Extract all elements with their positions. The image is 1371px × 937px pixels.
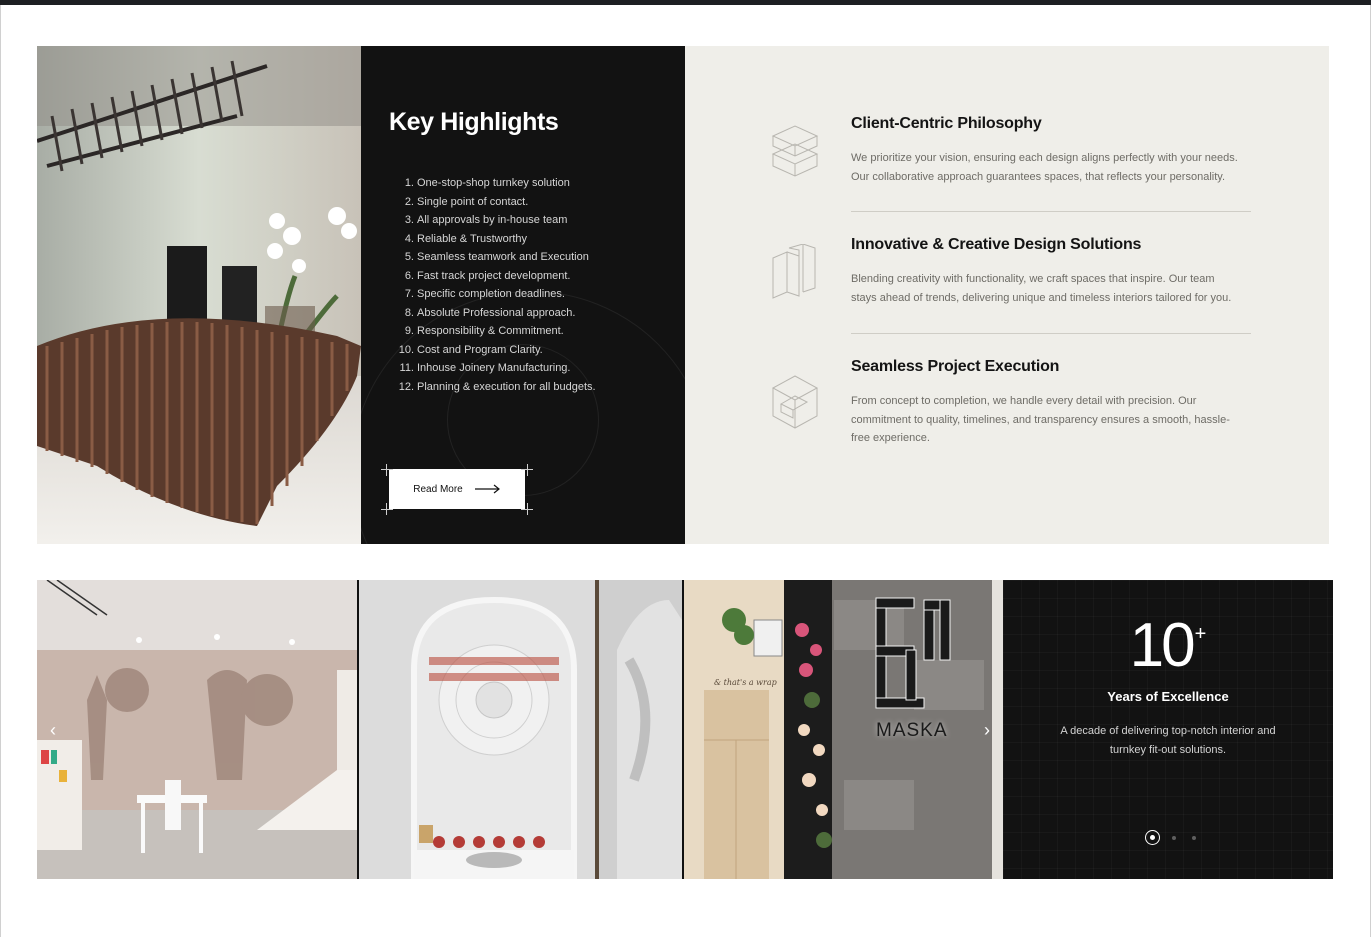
pagination-dot[interactable] (1192, 835, 1196, 840)
stat-label: Years of Excellence (1107, 689, 1229, 704)
gallery-image-mandir[interactable] (359, 580, 682, 879)
highlight-text: Seamless teamwork and Execution (417, 251, 589, 263)
highlight-text: Planning & execution for all budgets. (417, 380, 596, 393)
feature-client-centric: Client-Centric Philosophy We prioritize … (851, 115, 1251, 186)
highlight-number: 4. (404, 232, 414, 245)
button-corner-mark (521, 469, 533, 470)
feature-description: From concept to completion, we handle ev… (851, 395, 1230, 444)
highlight-number: 10. (398, 343, 414, 356)
highlight-number: 8. (404, 306, 414, 319)
highlight-item: 1. One-stop-shop turnkey solution (395, 174, 596, 193)
highlight-text: Specific completion deadlines. (417, 288, 565, 300)
feature-title: Client-Centric Philosophy (851, 115, 1042, 132)
feature-description: Blending creativity with functionality, … (851, 273, 1232, 304)
highlight-item: 11. Inhouse Joinery Manufacturing. (395, 359, 596, 378)
feature-project-execution: Seamless Project Execution From concept … (851, 358, 1251, 448)
highlight-number: 7. (404, 288, 414, 300)
panels-icon (772, 244, 816, 299)
divider (851, 333, 1251, 334)
gallery-image-maska-storefront[interactable]: & that's a wrap MASKA (684, 580, 1003, 879)
project-gallery-carousel: & that's a wrap MASKA ‹ › (37, 580, 1003, 879)
divider (851, 211, 1251, 212)
highlight-item: 6. Fast track project development. (395, 267, 596, 286)
button-corner-mark (381, 509, 393, 510)
highlight-number: 5. (404, 251, 414, 263)
button-corner-mark (381, 469, 393, 470)
highlight-number: 11. (399, 362, 414, 374)
chevron-right-icon[interactable]: › (977, 718, 997, 742)
highlight-number: 3. (404, 214, 414, 226)
highlight-number: 1. (404, 177, 414, 189)
highlight-item: 9. Responsibility & Commitment. (395, 322, 596, 341)
stat-number: 10 + (1129, 611, 1207, 680)
page-border-left (0, 5, 1, 937)
feature-innovative-design: Innovative & Creative Design Solutions B… (851, 236, 1251, 307)
gallery-image-kids-room[interactable] (37, 580, 357, 879)
feature-title: Innovative & Creative Design Solutions (851, 236, 1142, 253)
wall-script-text: & that's a wrap (714, 678, 777, 687)
highlight-text: One-stop-shop turnkey solution (417, 177, 570, 189)
highlight-text: Absolute Professional approach. (417, 306, 576, 319)
highlight-item: 3. All approvals by in-house team (395, 211, 596, 230)
button-corner-mark (527, 464, 528, 476)
highlight-number: 9. (404, 325, 414, 337)
highlight-text: Cost and Program Clarity. (417, 343, 543, 356)
carousel-pagination (1145, 830, 1196, 845)
button-corner-mark (386, 464, 387, 476)
chevron-left-icon[interactable]: ‹ (43, 718, 63, 742)
highlight-text: Single point of contact. (417, 195, 529, 208)
highlights-title: Key Highlights (389, 108, 559, 136)
highlight-item: 10. Cost and Program Clarity. (395, 341, 596, 360)
key-highlights-panel: Key Highlights 1. One-stop-shop turnkey s… (361, 46, 685, 544)
read-more-label: Read More (413, 483, 463, 495)
maska-sign: MASKA (876, 720, 948, 741)
highlight-item: 7. Specific completion deadlines. (395, 285, 596, 304)
highlight-item: 8. Absolute Professional approach. (395, 304, 596, 323)
highlight-number: 12. (398, 380, 414, 393)
top-bar (0, 0, 1371, 5)
features-panel: Client-Centric Philosophy We prioritize … (685, 46, 1329, 544)
highlight-text: Reliable & Trustworthy (417, 232, 528, 245)
highlights-list: 1. One-stop-shop turnkey solution 2. Single… (395, 174, 596, 396)
feature-title: Seamless Project Execution (851, 358, 1060, 375)
highlight-text: Inhouse Joinery Manufacturing. (417, 362, 571, 374)
feature-description: We prioritize your vision, ensuring each… (851, 152, 1238, 183)
button-corner-mark (521, 509, 533, 510)
arrow-right-icon (474, 484, 500, 494)
years-of-excellence-card: 10 + Years of Excellence A decade of deli… (1003, 580, 1333, 879)
highlight-text: Fast track project development. (417, 269, 571, 282)
stat-description: A decade of delivering top-notch interio… (1060, 725, 1276, 756)
highlight-number: 2. (404, 195, 414, 208)
read-more-button[interactable]: Read More (389, 469, 525, 509)
stacked-boxes-icon (771, 125, 819, 177)
highlight-item: 5. Seamless teamwork and Execution (395, 248, 596, 267)
cube-icon (771, 375, 819, 429)
highlight-text: All approvals by in-house team (417, 214, 568, 226)
highlight-number: 6. (404, 269, 414, 282)
pagination-dot[interactable] (1172, 835, 1176, 840)
reception-desk-photo (37, 46, 361, 544)
pagination-dot-active[interactable] (1145, 830, 1160, 845)
highlight-item: 4. Reliable & Trustworthy (395, 230, 596, 249)
highlight-item: 12. Planning & execution for all budgets. (395, 378, 596, 397)
highlight-item: 2. Single point of contact. (395, 193, 596, 212)
highlight-text: Responsibility & Commitment. (417, 325, 564, 337)
